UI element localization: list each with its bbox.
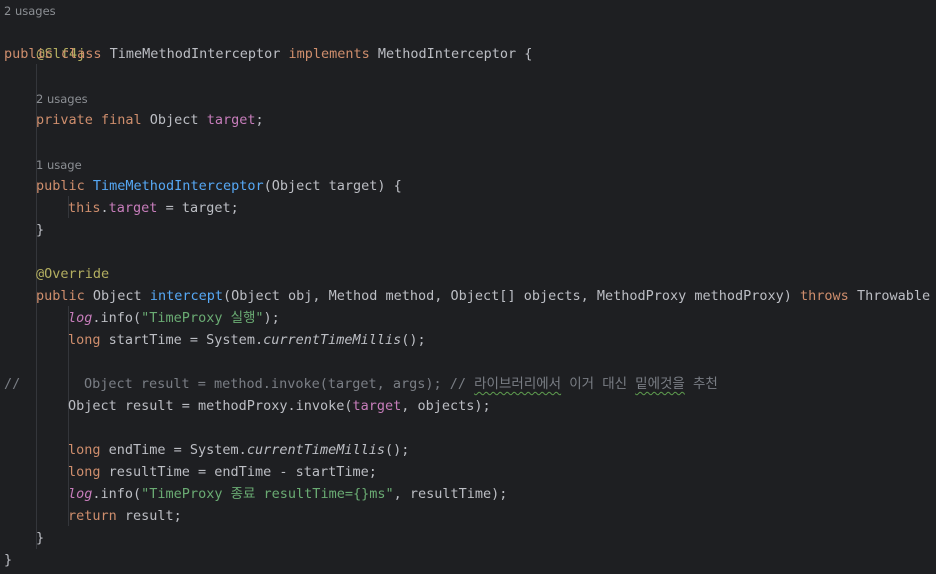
punct-token: ; — [255, 112, 264, 128]
code-line-field[interactable]: private final Object target; — [36, 109, 264, 131]
params-token: (Object target) { — [263, 178, 402, 194]
keyword-token: long — [68, 464, 101, 480]
code-line-log-start[interactable]: log.info("TimeProxy 실행"); — [68, 307, 280, 329]
keyword-token: long — [68, 332, 101, 348]
code-line-brace[interactable]: } — [36, 219, 44, 241]
code-line-class-declaration[interactable]: public class TimeMethodInterceptor imple… — [4, 43, 532, 65]
field-token: log — [68, 310, 93, 326]
code-line-end-time[interactable]: long endTime = System.currentTimeMillis(… — [68, 439, 409, 461]
punct-token: ); — [263, 310, 280, 326]
usages-hint[interactable]: 2 usages — [4, 3, 56, 19]
keyword-token: public class — [4, 46, 110, 62]
code-token: result; — [116, 508, 182, 524]
code-token: startTime = System. — [100, 332, 264, 348]
params-token: (Object obj, Method method, Object[] obj… — [222, 288, 801, 304]
code-line-log-end[interactable]: log.info("TimeProxy 종료 resultTime={}ms",… — [68, 483, 507, 505]
code-line-result-time[interactable]: long resultTime = endTime - startTime; — [68, 461, 377, 483]
keyword-token: implements — [280, 46, 378, 62]
code-token: endTime = System. — [100, 442, 247, 458]
keyword-token: public — [36, 178, 93, 194]
static-method-token: currentTimeMillis — [263, 332, 402, 348]
code-line-constructor[interactable]: public TimeMethodInterceptor(Object targ… — [36, 175, 402, 197]
code-token: Object result = methodProxy.invoke( — [68, 398, 353, 414]
annotation-token: @Override — [36, 266, 110, 282]
interface-token: MethodInterceptor { — [377, 46, 533, 62]
field-token: target — [206, 112, 256, 128]
code-line-override[interactable]: @Override — [36, 263, 109, 285]
keyword-token: this — [68, 200, 101, 216]
comment-token: 이거 대신 — [561, 376, 636, 392]
comment-prefix-token: // — [4, 376, 21, 392]
code-line-comment-body[interactable]: Object result = method.invoke(target, ar… — [84, 373, 718, 395]
code-line-annotation[interactable]: @Slf4j — [4, 21, 86, 62]
static-method-token: currentTimeMillis — [246, 442, 385, 458]
code-token: , resultTime); — [393, 486, 508, 502]
code-token: = target; — [157, 200, 239, 216]
method-name-token: TimeMethodInterceptor — [92, 178, 264, 194]
type-token: Object — [92, 288, 150, 304]
code-line-invoke[interactable]: Object result = methodProxy.invoke(targe… — [68, 395, 491, 417]
code-token: , objects); — [401, 398, 491, 414]
field-token: log — [68, 486, 93, 502]
code-line-start-time[interactable]: long startTime = System.currentTimeMilli… — [68, 329, 426, 351]
brace-token: } — [36, 530, 45, 546]
comment-token: 밑에것을 — [635, 376, 685, 392]
code-token: resultTime = endTime - startTime; — [100, 464, 377, 480]
type-token: Object — [149, 112, 207, 128]
code-token: .info( — [92, 310, 142, 326]
code-token: .info( — [92, 486, 142, 502]
code-line-assignment[interactable]: this.target = target; — [68, 197, 239, 219]
keyword-token: long — [68, 442, 101, 458]
method-name-token: intercept — [149, 288, 223, 304]
punct-token: (); — [401, 332, 426, 348]
field-token: target — [352, 398, 402, 414]
field-token: target — [108, 200, 158, 216]
keyword-token: private final — [36, 112, 150, 128]
code-line-method-signature[interactable]: public Object intercept(Object obj, Meth… — [36, 285, 936, 307]
exception-token: Throwable { — [856, 288, 931, 304]
comment-token: 라이브러리에서 — [474, 376, 562, 392]
keyword-token: return — [68, 508, 117, 524]
comment-token: 추천 — [684, 376, 718, 392]
brace-token: } — [4, 552, 13, 568]
string-token: "TimeProxy 종료 resultTime={}ms" — [141, 486, 394, 502]
class-name-token: TimeMethodInterceptor — [109, 46, 281, 62]
code-line-brace[interactable]: } — [4, 549, 12, 571]
punct-token: . — [100, 200, 109, 216]
code-line-brace[interactable]: } — [36, 527, 44, 549]
code-line-comment[interactable]: // — [4, 373, 20, 395]
code-editor[interactable]: 2 usages 2 usages 1 usage @Slf4j public … — [0, 0, 936, 574]
string-token: "TimeProxy 실행" — [141, 310, 264, 326]
code-line-return[interactable]: return result; — [68, 505, 182, 527]
keyword-token: throws — [800, 288, 849, 304]
brace-token: } — [36, 222, 45, 238]
punct-token: (); — [385, 442, 410, 458]
usages-hint[interactable]: 1 usage — [36, 157, 82, 173]
keyword-token: public — [36, 288, 93, 304]
usages-hint[interactable]: 2 usages — [36, 91, 88, 107]
comment-token: Object result = method.invoke(target, ar… — [84, 376, 475, 392]
